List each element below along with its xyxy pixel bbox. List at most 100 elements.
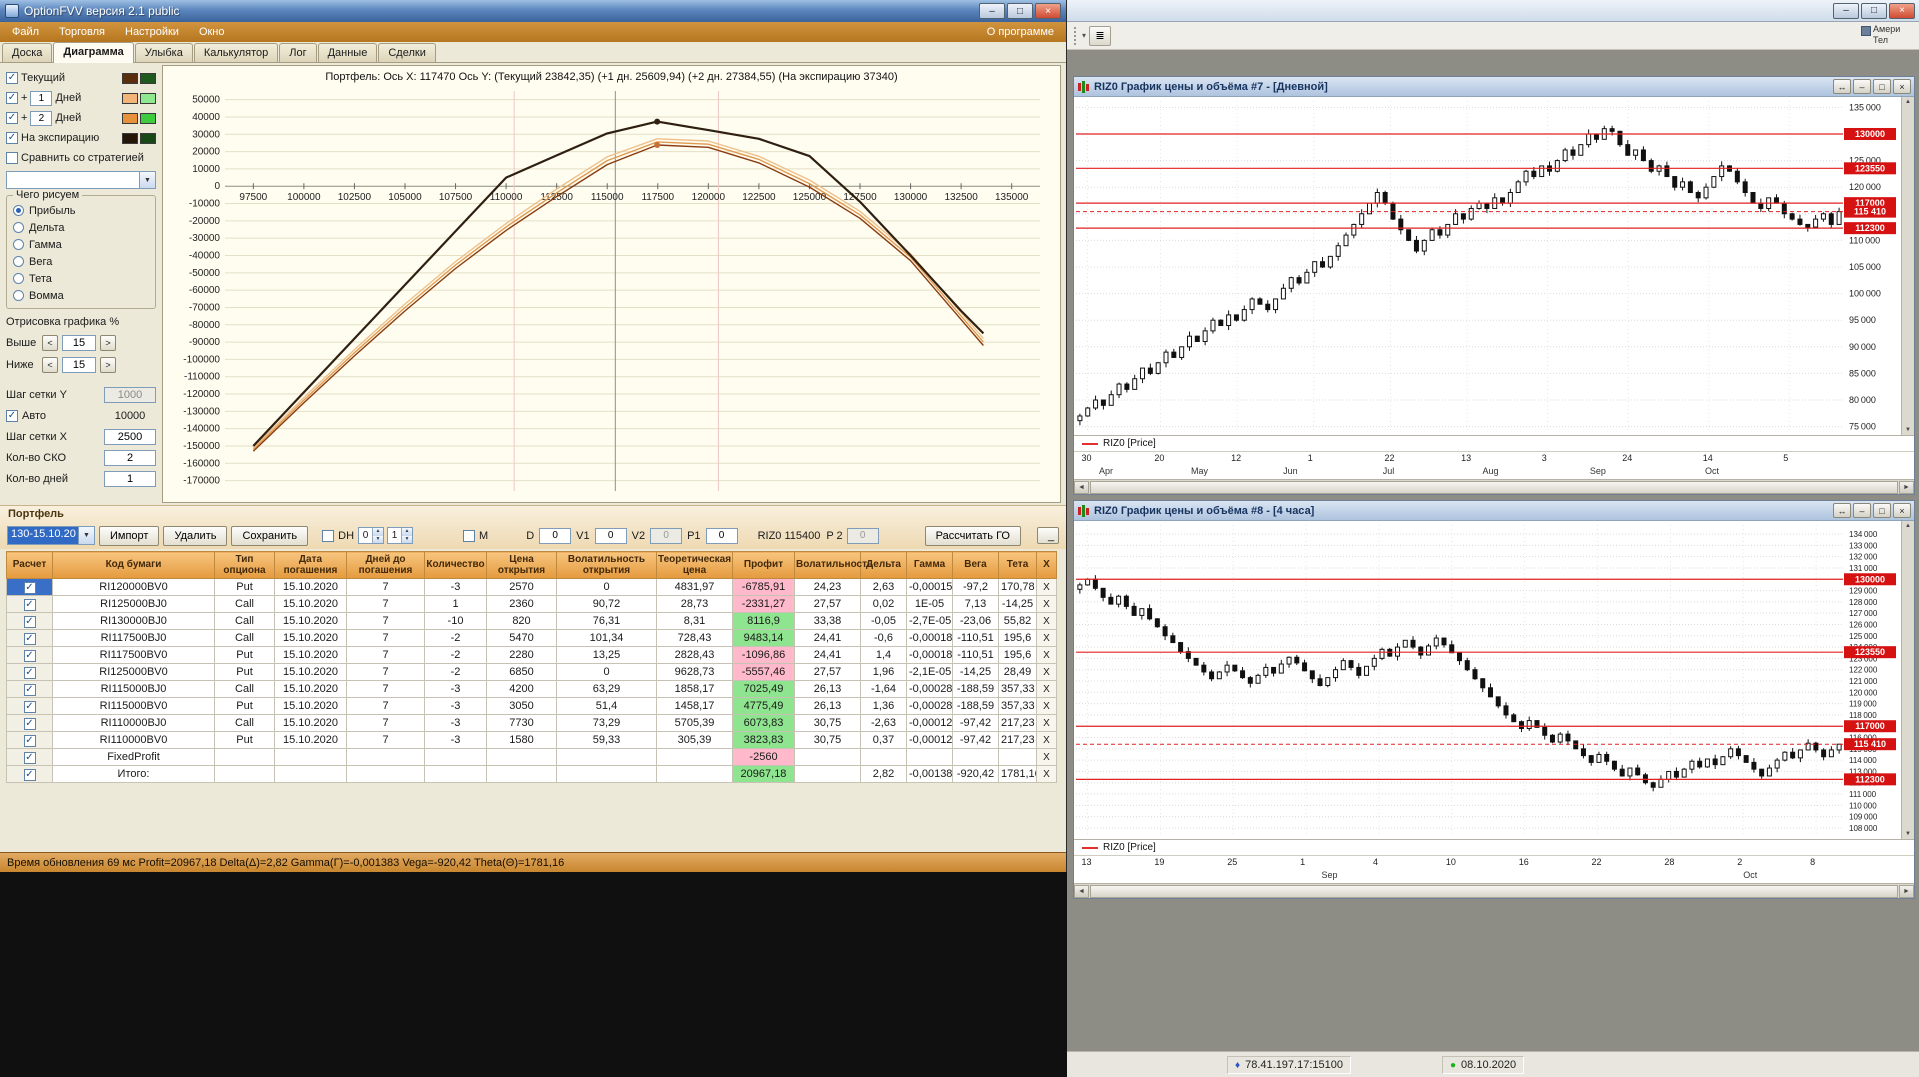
m-checkbox[interactable] <box>463 530 475 542</box>
scroll-up-icon[interactable]: ▲ <box>1905 97 1911 107</box>
calc-margin-button[interactable]: Рассчитать ГО <box>925 526 1021 546</box>
row-calc-checkbox[interactable] <box>24 633 36 645</box>
app-titlebar[interactable]: OptionFVV версия 2.1 public – □ × <box>0 0 1066 22</box>
tab-лог[interactable]: Лог <box>279 43 316 62</box>
chart-minimize-button[interactable]: – <box>1853 503 1871 518</box>
scroll-up-icon[interactable]: ▲ <box>1905 521 1911 531</box>
daily-price-chart-svg[interactable]: 135 000130 000125 000120 000115 000110 0… <box>1074 97 1901 435</box>
scrollbar-thumb[interactable] <box>1090 481 1898 494</box>
row-delete-button[interactable]: X <box>1037 749 1057 766</box>
toolbar-grip[interactable] <box>1074 27 1078 45</box>
horizontal-scrollbar[interactable]: ◄ ► <box>1074 479 1914 494</box>
legend-checkbox[interactable] <box>6 72 18 84</box>
row-delete-button[interactable]: X <box>1037 630 1057 647</box>
chart-close-button[interactable]: × <box>1893 79 1911 94</box>
legend-checkbox[interactable] <box>6 132 18 144</box>
p2-input[interactable] <box>847 528 879 544</box>
chart-link-button[interactable]: ↔ <box>1833 503 1851 518</box>
draw-option-radio[interactable] <box>13 256 24 267</box>
profit-chart-svg[interactable]: 50000400003000020000100000-10000-20000-3… <box>163 87 1052 499</box>
spinner-arrows[interactable]: ▲▼ <box>401 528 412 543</box>
above-increase-button[interactable]: > <box>100 335 116 351</box>
below-increase-button[interactable]: > <box>100 357 116 373</box>
collapse-panel-button[interactable]: _ <box>1037 527 1059 544</box>
h4-price-chart-svg[interactable]: 134 000133 000132 000131 000130 000129 0… <box>1074 521 1901 839</box>
menu-item-0[interactable]: Файл <box>2 24 49 40</box>
compare-strategy-checkbox[interactable] <box>6 152 18 164</box>
combo-arrow-icon[interactable]: ▼ <box>139 172 155 188</box>
row-calc-checkbox[interactable] <box>24 667 36 679</box>
dh-spinner-1[interactable]: 1▲▼ <box>387 527 413 544</box>
terminal-maximize-button[interactable]: □ <box>1861 3 1887 19</box>
menu-about[interactable]: О программе <box>977 24 1064 40</box>
minimize-button[interactable]: – <box>979 3 1005 19</box>
maximize-button[interactable]: □ <box>1007 3 1033 19</box>
row-calc-checkbox[interactable] <box>24 718 36 730</box>
portfolio-combobox[interactable]: 130-15.10.20 ▼ <box>7 526 95 545</box>
tab-улыбка[interactable]: Улыбка <box>135 43 193 62</box>
row-delete-button[interactable]: X <box>1037 698 1057 715</box>
chart-tool-icon[interactable]: ≣ <box>1089 26 1111 46</box>
tab-калькулятор[interactable]: Калькулятор <box>194 43 278 62</box>
vertical-scrollbar[interactable]: ▲ ▼ <box>1901 97 1914 435</box>
field-input-P1[interactable] <box>706 528 738 544</box>
sko-input[interactable] <box>104 450 156 466</box>
legend-days-input[interactable] <box>30 111 52 126</box>
draw-option-radio[interactable] <box>13 290 24 301</box>
chart-window-4h-titlebar[interactable]: RIZ0 График цены и объёма #8 - [4 часа] … <box>1074 501 1914 521</box>
row-calc-checkbox[interactable] <box>24 735 36 747</box>
row-delete-button[interactable]: X <box>1037 732 1057 749</box>
row-calc-checkbox[interactable] <box>24 752 36 764</box>
spin-up-icon[interactable]: ▲ <box>373 528 383 536</box>
chart-link-button[interactable]: ↔ <box>1833 79 1851 94</box>
row-delete-button[interactable]: X <box>1037 766 1057 783</box>
scroll-down-icon[interactable]: ▼ <box>1905 829 1911 839</box>
dh-checkbox[interactable] <box>322 530 334 542</box>
legend-checkbox[interactable] <box>6 92 18 104</box>
toolbar-dropdown-icon[interactable]: ▾ <box>1082 31 1086 40</box>
above-value-input[interactable] <box>62 335 96 351</box>
vertical-scrollbar[interactable]: ▲ ▼ <box>1901 521 1914 839</box>
draw-option-radio[interactable] <box>13 205 24 216</box>
draw-option-radio[interactable] <box>13 222 24 233</box>
tab-диаграмма[interactable]: Диаграмма <box>53 42 133 63</box>
row-delete-button[interactable]: X <box>1037 596 1057 613</box>
row-delete-button[interactable]: X <box>1037 579 1057 596</box>
portfolio-button-1[interactable]: Удалить <box>163 526 227 546</box>
spinner-arrows[interactable]: ▲▼ <box>372 528 383 543</box>
spin-down-icon[interactable]: ▼ <box>402 536 412 544</box>
spin-down-icon[interactable]: ▼ <box>373 536 383 544</box>
auto-grid-checkbox[interactable] <box>6 410 18 422</box>
menu-item-3[interactable]: Окно <box>189 24 235 40</box>
draw-option-radio[interactable] <box>13 239 24 250</box>
row-calc-checkbox[interactable] <box>24 684 36 696</box>
chart-minimize-button[interactable]: – <box>1853 79 1871 94</box>
field-input-D[interactable] <box>539 528 571 544</box>
scroll-down-icon[interactable]: ▼ <box>1905 425 1911 435</box>
menu-item-1[interactable]: Торговля <box>49 24 115 40</box>
portfolio-button-2[interactable]: Сохранить <box>231 526 308 546</box>
draw-option-radio[interactable] <box>13 273 24 284</box>
below-decrease-button[interactable]: < <box>42 357 58 373</box>
scroll-left-icon[interactable]: ◄ <box>1074 481 1089 494</box>
chart-close-button[interactable]: × <box>1893 503 1911 518</box>
above-decrease-button[interactable]: < <box>42 335 58 351</box>
row-delete-button[interactable]: X <box>1037 664 1057 681</box>
row-delete-button[interactable]: X <box>1037 613 1057 630</box>
row-calc-checkbox[interactable] <box>24 599 36 611</box>
row-calc-checkbox[interactable] <box>24 650 36 662</box>
spin-up-icon[interactable]: ▲ <box>402 528 412 536</box>
row-calc-checkbox[interactable] <box>24 616 36 628</box>
scroll-right-icon[interactable]: ► <box>1899 481 1914 494</box>
below-value-input[interactable] <box>62 357 96 373</box>
legend-days-input[interactable] <box>30 91 52 106</box>
chart-maximize-button[interactable]: □ <box>1873 79 1891 94</box>
dh-spinner-0[interactable]: 0▲▼ <box>358 527 384 544</box>
chart-window-daily-titlebar[interactable]: RIZ0 График цены и объёма #7 - [Дневной]… <box>1074 77 1914 97</box>
combo-arrow-icon[interactable]: ▼ <box>78 527 94 544</box>
field-input-V2[interactable] <box>650 528 682 544</box>
grid-y-input[interactable] <box>104 387 156 403</box>
tab-сделки[interactable]: Сделки <box>378 43 436 62</box>
row-calc-checkbox[interactable] <box>24 769 36 781</box>
terminal-minimize-button[interactable]: – <box>1833 3 1859 19</box>
